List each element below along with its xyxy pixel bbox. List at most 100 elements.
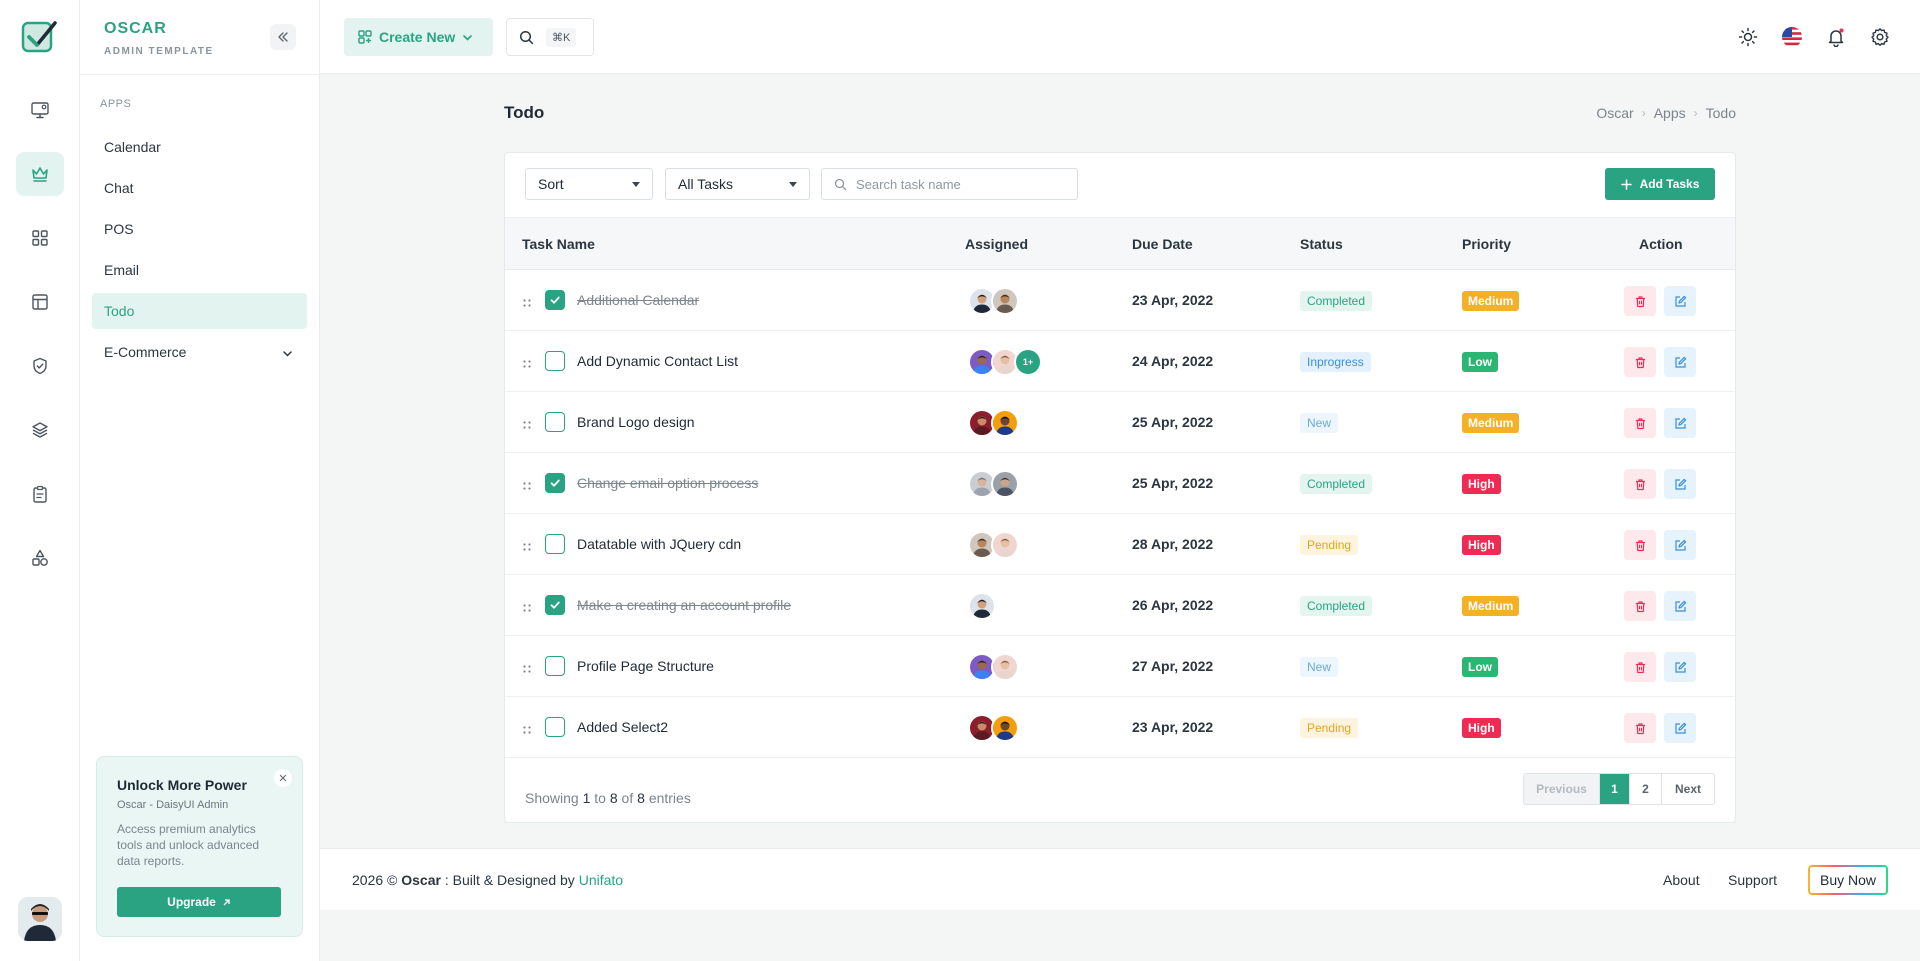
task-checkbox[interactable] (545, 412, 565, 432)
drag-handle-icon[interactable] (522, 417, 532, 433)
rail-nav-monitor[interactable] (16, 88, 64, 132)
pagination-page-1[interactable]: 1 (1600, 774, 1630, 804)
add-tasks-button[interactable]: Add Tasks (1605, 168, 1715, 200)
rail-nav-layout[interactable] (16, 280, 64, 324)
edit-task-button[interactable] (1664, 591, 1696, 621)
delete-task-button[interactable] (1624, 591, 1656, 621)
assignee-avatar[interactable] (991, 470, 1019, 498)
collapse-sidebar-button[interactable] (270, 24, 296, 50)
sidebar-item-todo[interactable]: Todo (92, 293, 307, 329)
company-link[interactable]: Unifato (579, 872, 623, 888)
sidebar-item-e-commerce[interactable]: E-Commerce (92, 334, 307, 370)
sidebar-item-email[interactable]: Email (92, 252, 307, 288)
global-search-button[interactable]: ⌘K (506, 18, 594, 56)
edit-task-button[interactable] (1664, 286, 1696, 316)
task-checkbox[interactable] (545, 473, 565, 493)
caret-down-icon (789, 182, 797, 187)
rail-nav-crown[interactable] (16, 152, 64, 196)
bell-icon (1828, 28, 1844, 47)
delete-task-button[interactable] (1624, 652, 1656, 682)
logo-icon[interactable] (20, 18, 58, 56)
breadcrumb-item-apps[interactable]: Apps (1654, 105, 1686, 121)
delete-task-button[interactable] (1624, 530, 1656, 560)
delete-task-button[interactable] (1624, 286, 1656, 316)
pagination-next-button[interactable]: Next (1662, 774, 1714, 804)
task-filter-select[interactable]: All Tasks (665, 168, 810, 200)
drag-handle-icon[interactable] (522, 600, 532, 616)
entries-from: 1 (582, 790, 591, 806)
breadcrumb-item-oscar[interactable]: Oscar (1596, 105, 1633, 121)
due-date: 23 Apr, 2022 (1132, 719, 1214, 735)
pagination-page-2[interactable]: 2 (1630, 774, 1662, 804)
delete-task-button[interactable] (1624, 347, 1656, 377)
assignee-avatar[interactable] (991, 653, 1019, 681)
edit-task-button[interactable] (1664, 469, 1696, 499)
task-checkbox[interactable] (545, 534, 565, 554)
assignee-avatar[interactable] (991, 409, 1019, 437)
edit-task-button[interactable] (1664, 530, 1696, 560)
rail-nav-shapes[interactable] (16, 536, 64, 580)
create-new-button[interactable]: Create New (344, 18, 493, 56)
task-checkbox[interactable] (545, 351, 565, 371)
assignee-avatar[interactable] (991, 287, 1019, 315)
footer-link-about[interactable]: About (1663, 872, 1700, 888)
sidebar-item-chat[interactable]: Chat (92, 170, 307, 206)
task-checkbox[interactable] (545, 717, 565, 737)
delete-task-button[interactable] (1624, 408, 1656, 438)
drag-handle-icon[interactable] (522, 539, 532, 555)
brand: OSCAR ADMIN TEMPLATE (104, 20, 214, 57)
upgrade-button[interactable]: Upgrade (117, 887, 281, 917)
column-header-task-name[interactable]: Task Name (522, 236, 595, 252)
drag-handle-icon[interactable] (522, 478, 532, 494)
edit-task-button[interactable] (1664, 408, 1696, 438)
drag-handle-icon[interactable] (522, 722, 532, 738)
trash-icon (1635, 539, 1645, 551)
drag-handle-icon[interactable] (522, 356, 532, 372)
drag-handle-icon[interactable] (522, 295, 532, 311)
task-checkbox[interactable] (545, 595, 565, 615)
rail-nav-apps-grid[interactable] (16, 216, 64, 260)
edit-task-button[interactable] (1664, 713, 1696, 743)
upgrade-button-label: Upgrade (167, 895, 216, 909)
assignee-avatar[interactable] (991, 714, 1019, 742)
rail-nav-shield-check[interactable] (16, 344, 64, 388)
due-date: 26 Apr, 2022 (1132, 597, 1214, 613)
delete-task-button[interactable] (1624, 713, 1656, 743)
notifications-button[interactable] (1824, 25, 1848, 49)
user-avatar[interactable] (18, 897, 62, 941)
column-header-priority[interactable]: Priority (1462, 236, 1511, 252)
sidebar-item-label: Todo (104, 303, 135, 319)
trash-icon (1635, 661, 1645, 673)
settings-button[interactable] (1868, 25, 1892, 49)
column-header-status[interactable]: Status (1300, 236, 1343, 252)
sidebar-item-calendar[interactable]: Calendar (92, 129, 307, 165)
sidebar-item-pos[interactable]: POS (92, 211, 307, 247)
edit-task-button[interactable] (1664, 652, 1696, 682)
edit-task-button[interactable] (1664, 347, 1696, 377)
column-header-assigned[interactable]: Assigned (965, 236, 1028, 252)
drag-handle-icon[interactable] (522, 661, 532, 677)
more-assignees-badge[interactable]: 1+ (1014, 348, 1042, 376)
footer-link-support[interactable]: Support (1728, 872, 1777, 888)
task-checkbox[interactable] (545, 290, 565, 310)
due-date: 25 Apr, 2022 (1132, 475, 1214, 491)
language-button[interactable] (1780, 25, 1804, 49)
assignee-avatar[interactable] (991, 531, 1019, 559)
assignee-avatar[interactable] (968, 592, 996, 620)
rail-nav-clipboard[interactable] (16, 472, 64, 516)
task-search-input[interactable]: Search task name (821, 168, 1078, 200)
edit-icon (1674, 722, 1686, 734)
sort-select[interactable]: Sort (525, 168, 653, 200)
sun-icon (1738, 27, 1758, 47)
delete-task-button[interactable] (1624, 469, 1656, 499)
close-promo-button[interactable]: ✕ (274, 769, 292, 787)
buy-now-button[interactable]: Buy Now (1808, 865, 1888, 895)
rail-nav-layers[interactable] (16, 408, 64, 452)
breadcrumb: Oscar › Apps › Todo (1596, 105, 1736, 121)
column-header-due-date[interactable]: Due Date (1132, 236, 1193, 252)
theme-toggle-button[interactable] (1736, 25, 1760, 49)
task-checkbox[interactable] (545, 656, 565, 676)
search-icon (519, 30, 534, 44)
pagination-previous-button[interactable]: Previous (1524, 774, 1600, 804)
layers-icon (32, 422, 48, 438)
